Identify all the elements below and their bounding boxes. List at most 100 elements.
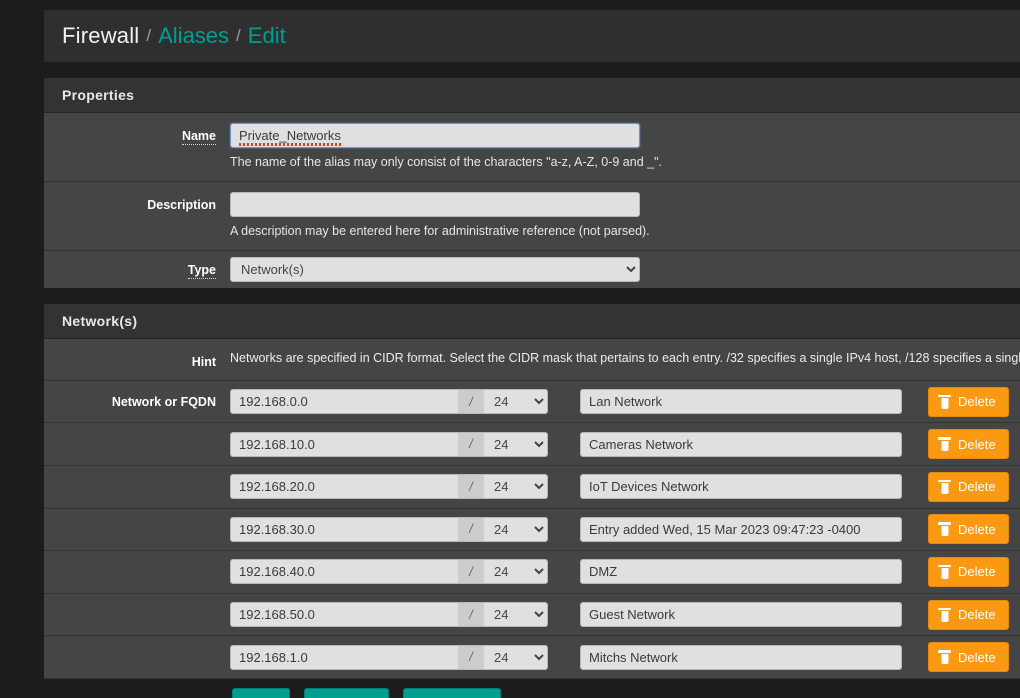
delete-network-button[interactable]: Delete <box>928 471 1009 502</box>
cidr-mask-select[interactable]: 24 <box>484 516 548 542</box>
network-address-input[interactable] <box>230 559 458 585</box>
description-label: Description <box>44 192 230 212</box>
cidr-slash-separator: / <box>458 474 484 500</box>
trash-icon <box>938 564 951 579</box>
properties-panel-heading: Properties <box>44 78 1020 113</box>
delete-network-button[interactable]: Delete <box>928 642 1009 673</box>
cidr-mask-select[interactable]: 24 <box>484 559 548 585</box>
cidr-slash-separator: / <box>458 516 484 542</box>
save-button[interactable]: Save <box>232 688 290 698</box>
trash-icon <box>938 607 951 622</box>
breadcrumb-separator-2: / <box>236 26 241 45</box>
type-row: Type Network(s) <box>44 250 1020 288</box>
delete-network-button[interactable]: Delete <box>928 556 1009 587</box>
hint-label-text: Hint <box>191 354 216 369</box>
network-row: /24 Delete <box>44 593 1020 637</box>
name-label: Name <box>44 123 230 145</box>
name-input-container <box>230 123 640 148</box>
delete-network-button[interactable]: Delete <box>928 514 1009 545</box>
network-address-input[interactable] <box>230 516 458 542</box>
network-row-label: Network or FQDN <box>111 394 216 409</box>
trash-icon <box>938 394 951 409</box>
cidr-slash-separator: / <box>458 389 484 415</box>
network-address-input[interactable] <box>230 431 458 457</box>
description-help-text: A description may be entered here for ad… <box>230 223 650 238</box>
cidr-mask-select[interactable]: 24 <box>484 389 548 415</box>
cidr-slash-separator: / <box>458 644 484 670</box>
type-field-wrap: Network(s) <box>230 256 1020 282</box>
breadcrumb: Firewall / Aliases / Edit <box>44 10 1020 62</box>
network-address-input[interactable] <box>230 389 458 415</box>
description-input[interactable] <box>230 191 640 217</box>
network-row: /24 Delete <box>44 551 1020 594</box>
delete-network-button[interactable]: Delete <box>928 386 1009 417</box>
hint-label: Hint <box>44 349 230 369</box>
cidr-mask-select[interactable]: 24 <box>484 602 548 628</box>
network-input-group: /24 <box>230 431 548 457</box>
hint-row: Hint Networks are specified in CIDR form… <box>44 338 1020 381</box>
networks-panel-heading: Network(s) <box>44 303 1020 339</box>
delete-button-label: Delete <box>958 436 996 452</box>
name-input[interactable] <box>230 123 640 148</box>
cidr-mask-select[interactable]: 24 <box>484 644 548 670</box>
type-select[interactable]: Network(s) <box>230 256 640 282</box>
delete-button-label: Delete <box>958 607 996 623</box>
cancel-button[interactable]: Cancel <box>403 688 501 698</box>
delete-button-label: Delete <box>958 394 996 410</box>
network-row: /24 Delete <box>44 423 1020 466</box>
hint-text: Networks are specified in CIDR format. S… <box>230 350 1020 365</box>
hint-field-wrap: Networks are specified in CIDR format. S… <box>230 349 1020 368</box>
trash-icon <box>938 650 951 665</box>
name-label-text: Name <box>181 129 216 145</box>
network-row: /24 Delete <box>44 465 1020 509</box>
network-input-group: /24 <box>230 389 548 415</box>
description-row: Description A description may be entered… <box>44 181 1020 251</box>
network-description-input[interactable] <box>580 389 902 415</box>
network-rows-container: Network or FQDN/24Delete/24Delete/24Dele… <box>44 380 1020 679</box>
cidr-slash-separator: / <box>458 559 484 585</box>
name-field-wrap: The name of the alias may only consist o… <box>230 123 1020 171</box>
network-description-input[interactable] <box>580 474 902 500</box>
add-network-button[interactable]: Add Network <box>304 688 391 698</box>
network-description-input[interactable] <box>580 559 902 585</box>
network-description-input[interactable] <box>580 516 902 542</box>
network-address-input[interactable] <box>230 474 458 500</box>
action-button-bar: Save Add Network Cancel <box>0 688 1020 698</box>
network-input-group: /24 <box>230 474 548 500</box>
pfsense-alias-edit-page: Firewall / Aliases / Edit Properties Nam… <box>0 0 1020 698</box>
network-input-group: /24 <box>230 516 548 542</box>
network-input-group: /24 <box>230 602 548 628</box>
trash-icon <box>938 437 951 452</box>
trash-icon <box>938 479 951 494</box>
delete-network-button[interactable]: Delete <box>928 429 1009 460</box>
properties-panel: Properties Name The name of the alias ma… <box>44 78 1020 288</box>
type-label-text: Type <box>187 262 216 279</box>
properties-panel-body: Name The name of the alias may only cons… <box>44 113 1020 288</box>
network-row: Network or FQDN/24Delete <box>44 380 1020 424</box>
breadcrumb-root: Firewall <box>62 23 140 48</box>
cidr-slash-separator: / <box>458 602 484 628</box>
network-address-input[interactable] <box>230 644 458 670</box>
cidr-mask-select[interactable]: 24 <box>484 431 548 457</box>
network-address-input[interactable] <box>230 602 458 628</box>
description-field-wrap: A description may be entered here for ad… <box>230 191 1020 240</box>
delete-button-label: Delete <box>958 649 996 665</box>
network-description-input[interactable] <box>580 602 902 628</box>
delete-network-button[interactable]: Delete <box>928 599 1009 630</box>
network-row: /24 Delete <box>44 508 1020 552</box>
network-row: /24 Delete <box>44 636 1020 679</box>
delete-button-label: Delete <box>958 564 996 580</box>
breadcrumb-link-edit[interactable]: Edit <box>248 23 286 49</box>
description-label-text: Description <box>147 197 216 212</box>
network-input-group: /24 <box>230 644 548 670</box>
network-description-input[interactable] <box>580 431 902 457</box>
network-description-input[interactable] <box>580 644 902 670</box>
network-input-group: /24 <box>230 559 548 585</box>
trash-icon <box>938 522 951 537</box>
breadcrumb-link-aliases[interactable]: Aliases <box>158 23 229 49</box>
cidr-mask-select[interactable]: 24 <box>484 474 548 500</box>
name-row: Name The name of the alias may only cons… <box>44 113 1020 182</box>
delete-button-label: Delete <box>958 521 996 537</box>
breadcrumb-separator-1: / <box>146 26 152 45</box>
networks-panel-body: Hint Networks are specified in CIDR form… <box>44 338 1020 679</box>
